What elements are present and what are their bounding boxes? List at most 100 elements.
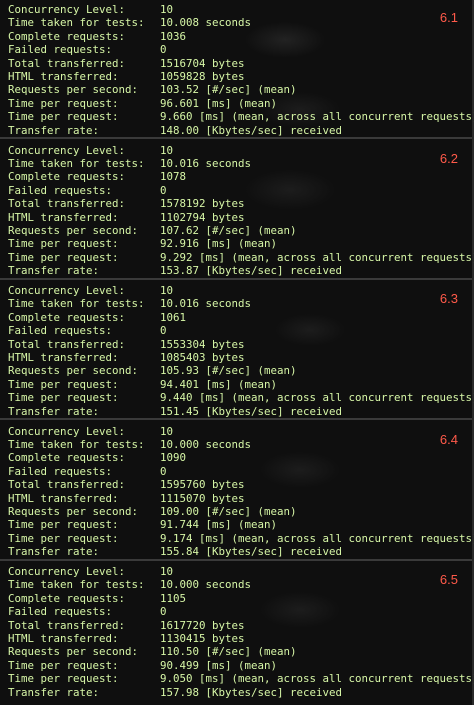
result-line: Requests per second: 105.93 [#/sec] (mean…	[8, 364, 297, 377]
metric-value: 10	[160, 3, 174, 16]
metric-value: 9.174 [ms] (mean, across all concurrent …	[160, 531, 474, 545]
metric-value: 1578192 bytes	[160, 197, 245, 211]
result-line: Total transferred: 1553304 bytes	[8, 338, 245, 351]
result-line: Total transferred: 1617720 bytes	[8, 619, 245, 632]
result-line: HTML transferred: 1085403 bytes	[8, 351, 245, 364]
metric-label: Time taken for tests:	[8, 156, 145, 170]
metric-label: Time per request:	[8, 96, 119, 110]
result-line: Concurrency Level: 10	[8, 425, 173, 438]
result-line: Time per request: 91.744 [ms] (mean)	[8, 518, 277, 531]
metric-label: Time per request:	[8, 250, 119, 264]
metric-value: 9.660 [ms] (mean, across all concurrent …	[160, 110, 474, 124]
metric-label: Time per request:	[8, 672, 119, 686]
run-label: 6.4	[439, 431, 458, 447]
metric-label: Transfer rate:	[8, 545, 100, 559]
metric-value: 9.292 [ms] (mean, across all concurrent …	[160, 250, 474, 264]
benchmark-result-block: 6.5 Concurrency Level: 10 Time taken for te…	[0, 562, 474, 701]
result-line: Requests per second: 103.52 [#/sec] (mean…	[8, 83, 297, 96]
result-line: Transfer rate: 151.45 [Kbytes/sec] receiv…	[8, 405, 342, 418]
metric-label: Time taken for tests:	[8, 16, 145, 30]
metric-label: Requests per second:	[8, 83, 139, 97]
result-line: Transfer rate: 153.87 [Kbytes/sec] receiv…	[8, 264, 342, 277]
result-line: Total transferred: 1595760 bytes	[8, 478, 245, 491]
metric-value: 10.016 seconds	[160, 156, 252, 170]
result-line: Time per request: 9.440 [ms] (mean, acros…	[8, 391, 474, 404]
metric-value: 1115070 bytes	[160, 491, 245, 505]
metric-value: 1553304 bytes	[160, 337, 245, 351]
result-line: Failed requests: 0	[8, 184, 167, 197]
result-line: Time taken for tests: 10.000 seconds	[8, 578, 251, 591]
result-line: Time taken for tests: 10.008 seconds	[8, 16, 251, 29]
metric-value: 10	[160, 284, 174, 297]
result-line: Concurrency Level: 10	[8, 565, 173, 578]
metric-value: 148.00 [Kbytes/sec] received	[160, 123, 343, 137]
metric-value: 151.45 [Kbytes/sec] received	[160, 404, 343, 418]
result-line: Transfer rate: 157.98 [Kbytes/sec] receiv…	[8, 686, 342, 699]
terminal-output: 6.1 Concurrency Level: 10 Time taken for te…	[0, 0, 474, 705]
metric-label: Time per request:	[8, 391, 119, 405]
result-line: HTML transferred: 1102794 bytes	[8, 211, 245, 224]
result-line: Time per request: 9.050 [ms] (mean, acros…	[8, 672, 474, 685]
metric-value: 91.744 [ms] (mean)	[160, 518, 278, 532]
metric-value: 10	[160, 143, 174, 157]
metric-label: Complete requests:	[8, 591, 126, 605]
metric-value: 0	[160, 183, 167, 197]
metric-label: Time taken for tests:	[8, 578, 145, 592]
metric-label: Time taken for tests:	[8, 437, 145, 451]
metric-label: Time taken for tests:	[8, 297, 145, 311]
run-label: 6.1	[439, 10, 458, 25]
metric-value: 10.016 seconds	[160, 297, 252, 311]
result-line: HTML transferred: 1115070 bytes	[8, 492, 245, 505]
metric-label: Transfer rate:	[8, 404, 100, 418]
metric-value: 1090	[160, 451, 187, 465]
metric-label: Transfer rate:	[8, 264, 100, 278]
metric-value: 109.00 [#/sec] (mean)	[160, 504, 297, 518]
metric-value: 0	[160, 605, 167, 619]
result-line: HTML transferred: 1059828 bytes	[8, 70, 245, 83]
metric-label: Total transferred:	[8, 337, 126, 351]
metric-value: 1102794 bytes	[160, 210, 245, 224]
metric-label: Failed requests:	[8, 324, 113, 338]
result-line: Concurrency Level: 10	[8, 3, 173, 16]
metric-value: 157.98 [Kbytes/sec] received	[160, 685, 343, 699]
metric-label: Total transferred:	[8, 478, 126, 492]
metric-label: Failed requests:	[8, 183, 113, 197]
metric-value: 1595760 bytes	[160, 478, 245, 492]
metric-label: HTML transferred:	[8, 70, 119, 83]
metric-label: Time per request:	[8, 518, 119, 532]
metric-value: 1061	[160, 310, 187, 324]
result-line: Requests per second: 110.50 [#/sec] (mean…	[8, 645, 297, 658]
result-line: Time per request: 9.174 [ms] (mean, acros…	[8, 532, 474, 545]
metric-value: 1130415 bytes	[160, 632, 245, 645]
result-line: Failed requests: 0	[8, 324, 167, 337]
metric-label: Concurrency Level:	[8, 284, 126, 297]
benchmark-result-block: 6.1 Concurrency Level: 10 Time taken for te…	[0, 0, 474, 139]
result-line: Complete requests: 1105	[8, 592, 186, 605]
metric-label: Failed requests:	[8, 464, 113, 478]
run-label: 6.3	[439, 291, 458, 306]
metric-label: Time per request:	[8, 531, 119, 545]
result-line: Time per request: 96.601 [ms] (mean)	[8, 97, 277, 110]
metric-label: Requests per second:	[8, 223, 139, 237]
metric-label: Complete requests:	[8, 29, 126, 43]
benchmark-result-block: 6.4 Concurrency Level: 10 Time taken for te…	[0, 422, 474, 561]
metric-label: HTML transferred:	[8, 351, 119, 364]
metric-label: Concurrency Level:	[8, 143, 126, 157]
result-line: Transfer rate: 148.00 [Kbytes/sec] receiv…	[8, 124, 342, 137]
metric-label: Total transferred:	[8, 618, 126, 632]
result-line: Time per request: 92.916 [ms] (mean)	[8, 237, 277, 250]
metric-value: 110.50 [#/sec] (mean)	[160, 645, 297, 659]
metric-label: Concurrency Level:	[8, 424, 126, 438]
metric-value: 10.000 seconds	[160, 578, 252, 592]
metric-label: Time per request:	[8, 110, 119, 124]
metric-label: Requests per second:	[8, 504, 139, 518]
metric-value: 1085403 bytes	[160, 351, 245, 364]
result-line: Total transferred: 1578192 bytes	[8, 197, 245, 210]
metric-value: 0	[160, 43, 167, 57]
result-line: Concurrency Level: 10	[8, 144, 173, 157]
result-line: Transfer rate: 155.84 [Kbytes/sec] receiv…	[8, 545, 342, 558]
metric-label: Time per request:	[8, 237, 119, 251]
metric-label: Failed requests:	[8, 43, 113, 57]
metric-value: 1036	[160, 29, 187, 43]
metric-label: Time per request:	[8, 377, 119, 391]
